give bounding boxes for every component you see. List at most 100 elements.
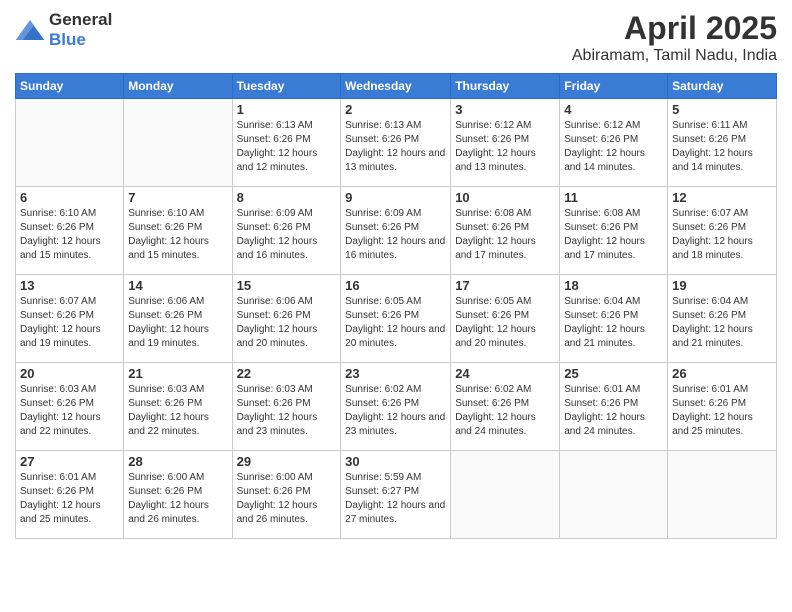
day-info: Sunrise: 6:02 AM Sunset: 6:26 PM Dayligh… xyxy=(455,383,555,439)
calendar-cell: 26Sunrise: 6:01 AM Sunset: 6:26 PM Dayli… xyxy=(668,363,777,451)
calendar-cell: 12 Sunrise: 6:07 AM Sunset: 6:26 PM Dayli… xyxy=(668,187,777,275)
calendar-cell: 1 Sunrise: 6:13 AM Sunset: 6:26 PM Daylig… xyxy=(232,99,341,187)
day-info: Sunrise: 6:12 AM Sunset: 6:26 PM Dayligh… xyxy=(455,119,555,175)
calendar-cell: 7 Sunrise: 6:10 AM Sunset: 6:26 PM Daylig… xyxy=(124,187,232,275)
day-number: 2 xyxy=(345,102,446,117)
day-number: 22 xyxy=(237,366,337,381)
calendar-table: SundayMondayTuesdayWednesdayThursdayFrid… xyxy=(15,73,777,539)
day-number: 20 xyxy=(20,366,119,381)
day-number: 17 xyxy=(455,278,555,293)
day-number: 9 xyxy=(345,190,446,205)
day-number: 28 xyxy=(128,454,227,469)
calendar-cell: 17 Sunrise: 6:05 AM Sunset: 6:26 PM Dayli… xyxy=(451,275,560,363)
day-info: Sunrise: 6:01 AM Sunset: 6:26 PM Dayligh… xyxy=(672,383,772,439)
day-number: 29 xyxy=(237,454,337,469)
weekday-header: Saturday xyxy=(668,74,777,99)
calendar-cell: 19 Sunrise: 6:04 AM Sunset: 6:26 PM Dayli… xyxy=(668,275,777,363)
day-info: Sunrise: 6:10 AM Sunset: 6:26 PM Dayligh… xyxy=(20,207,119,263)
day-number: 3 xyxy=(455,102,555,117)
calendar-cell: 5 Sunrise: 6:11 AM Sunset: 6:26 PM Daylig… xyxy=(668,99,777,187)
calendar-cell: 21 Sunrise: 6:03 AM Sunset: 6:26 PM Dayli… xyxy=(124,363,232,451)
day-number: 1 xyxy=(237,102,337,117)
calendar-cell: 27 Sunrise: 6:01 AM Sunset: 6:26 PM Dayli… xyxy=(16,451,124,539)
calendar-cell: 6 Sunrise: 6:10 AM Sunset: 6:26 PM Daylig… xyxy=(16,187,124,275)
day-info: Sunrise: 6:12 AM Sunset: 6:26 PM Dayligh… xyxy=(564,119,663,175)
header: General Blue April 2025 Abiramam, Tamil … xyxy=(15,10,777,65)
day-number: 7 xyxy=(128,190,227,205)
day-info: Sunrise: 6:02 AM Sunset: 6:26 PM Dayligh… xyxy=(345,383,446,439)
day-number: 18 xyxy=(564,278,663,293)
calendar-cell: 15Sunrise: 6:06 AM Sunset: 6:26 PM Dayli… xyxy=(232,275,341,363)
subtitle: Abiramam, Tamil Nadu, India xyxy=(572,47,777,65)
day-info: Sunrise: 5:59 AM Sunset: 6:27 PM Dayligh… xyxy=(345,471,446,527)
weekday-header: Friday xyxy=(560,74,668,99)
calendar-cell: 11 Sunrise: 6:08 AM Sunset: 6:26 PM Dayli… xyxy=(560,187,668,275)
day-info: Sunrise: 6:13 AM Sunset: 6:26 PM Dayligh… xyxy=(345,119,446,175)
calendar-cell: 30Sunrise: 5:59 AM Sunset: 6:27 PM Dayli… xyxy=(341,451,451,539)
calendar-cell: 18Sunrise: 6:04 AM Sunset: 6:26 PM Dayli… xyxy=(560,275,668,363)
calendar-cell: 20 Sunrise: 6:03 AM Sunset: 6:26 PM Dayli… xyxy=(16,363,124,451)
day-info: Sunrise: 6:03 AM Sunset: 6:26 PM Dayligh… xyxy=(237,383,337,439)
day-number: 19 xyxy=(672,278,772,293)
day-number: 21 xyxy=(128,366,227,381)
day-number: 24 xyxy=(455,366,555,381)
day-info: Sunrise: 6:01 AM Sunset: 6:26 PM Dayligh… xyxy=(564,383,663,439)
day-number: 12 xyxy=(672,190,772,205)
weekday-header: Thursday xyxy=(451,74,560,99)
page: General Blue April 2025 Abiramam, Tamil … xyxy=(0,0,792,612)
day-info: Sunrise: 6:03 AM Sunset: 6:26 PM Dayligh… xyxy=(128,383,227,439)
logo-blue: Blue xyxy=(49,30,86,49)
day-number: 23 xyxy=(345,366,446,381)
calendar-cell: 9 Sunrise: 6:09 AM Sunset: 6:26 PM Daylig… xyxy=(341,187,451,275)
calendar-week-row: 27 Sunrise: 6:01 AM Sunset: 6:26 PM Dayli… xyxy=(16,451,777,539)
calendar-cell xyxy=(16,99,124,187)
logo-general: General xyxy=(49,10,112,29)
day-info: Sunrise: 6:06 AM Sunset: 6:26 PM Dayligh… xyxy=(237,295,337,351)
day-info: Sunrise: 6:00 AM Sunset: 6:26 PM Dayligh… xyxy=(128,471,227,527)
day-number: 10 xyxy=(455,190,555,205)
weekday-header: Monday xyxy=(124,74,232,99)
calendar-week-row: 1 Sunrise: 6:13 AM Sunset: 6:26 PM Daylig… xyxy=(16,99,777,187)
day-info: Sunrise: 6:03 AM Sunset: 6:26 PM Dayligh… xyxy=(20,383,119,439)
calendar-cell: 22 Sunrise: 6:03 AM Sunset: 6:26 PM Dayli… xyxy=(232,363,341,451)
day-info: Sunrise: 6:13 AM Sunset: 6:26 PM Dayligh… xyxy=(237,119,337,175)
day-number: 5 xyxy=(672,102,772,117)
calendar-cell: 23 Sunrise: 6:02 AM Sunset: 6:26 PM Dayli… xyxy=(341,363,451,451)
day-info: Sunrise: 6:01 AM Sunset: 6:26 PM Dayligh… xyxy=(20,471,119,527)
day-info: Sunrise: 6:05 AM Sunset: 6:26 PM Dayligh… xyxy=(345,295,446,351)
calendar-header-row: SundayMondayTuesdayWednesdayThursdayFrid… xyxy=(16,74,777,99)
title-block: April 2025 Abiramam, Tamil Nadu, India xyxy=(572,10,777,65)
day-info: Sunrise: 6:00 AM Sunset: 6:26 PM Dayligh… xyxy=(237,471,337,527)
day-info: Sunrise: 6:06 AM Sunset: 6:26 PM Dayligh… xyxy=(128,295,227,351)
main-title: April 2025 xyxy=(572,10,777,47)
day-info: Sunrise: 6:11 AM Sunset: 6:26 PM Dayligh… xyxy=(672,119,772,175)
calendar-cell: 2 Sunrise: 6:13 AM Sunset: 6:26 PM Daylig… xyxy=(341,99,451,187)
day-number: 6 xyxy=(20,190,119,205)
day-info: Sunrise: 6:04 AM Sunset: 6:26 PM Dayligh… xyxy=(672,295,772,351)
day-number: 25 xyxy=(564,366,663,381)
calendar-cell: 14Sunrise: 6:06 AM Sunset: 6:26 PM Dayli… xyxy=(124,275,232,363)
calendar-cell: 10 Sunrise: 6:08 AM Sunset: 6:26 PM Dayli… xyxy=(451,187,560,275)
calendar-cell xyxy=(668,451,777,539)
day-info: Sunrise: 6:08 AM Sunset: 6:26 PM Dayligh… xyxy=(564,207,663,263)
day-info: Sunrise: 6:09 AM Sunset: 6:26 PM Dayligh… xyxy=(345,207,446,263)
day-number: 16 xyxy=(345,278,446,293)
calendar-cell: 8 Sunrise: 6:09 AM Sunset: 6:26 PM Daylig… xyxy=(232,187,341,275)
calendar-cell xyxy=(560,451,668,539)
day-number: 4 xyxy=(564,102,663,117)
calendar-cell: 29 Sunrise: 6:00 AM Sunset: 6:26 PM Dayli… xyxy=(232,451,341,539)
day-info: Sunrise: 6:08 AM Sunset: 6:26 PM Dayligh… xyxy=(455,207,555,263)
logo-icon xyxy=(15,20,45,40)
weekday-header: Sunday xyxy=(16,74,124,99)
day-number: 8 xyxy=(237,190,337,205)
calendar-cell xyxy=(451,451,560,539)
day-number: 27 xyxy=(20,454,119,469)
day-info: Sunrise: 6:05 AM Sunset: 6:26 PM Dayligh… xyxy=(455,295,555,351)
day-info: Sunrise: 6:09 AM Sunset: 6:26 PM Dayligh… xyxy=(237,207,337,263)
day-number: 11 xyxy=(564,190,663,205)
weekday-header: Wednesday xyxy=(341,74,451,99)
day-info: Sunrise: 6:07 AM Sunset: 6:26 PM Dayligh… xyxy=(672,207,772,263)
calendar-cell xyxy=(124,99,232,187)
calendar-week-row: 6 Sunrise: 6:10 AM Sunset: 6:26 PM Daylig… xyxy=(16,187,777,275)
day-info: Sunrise: 6:10 AM Sunset: 6:26 PM Dayligh… xyxy=(128,207,227,263)
